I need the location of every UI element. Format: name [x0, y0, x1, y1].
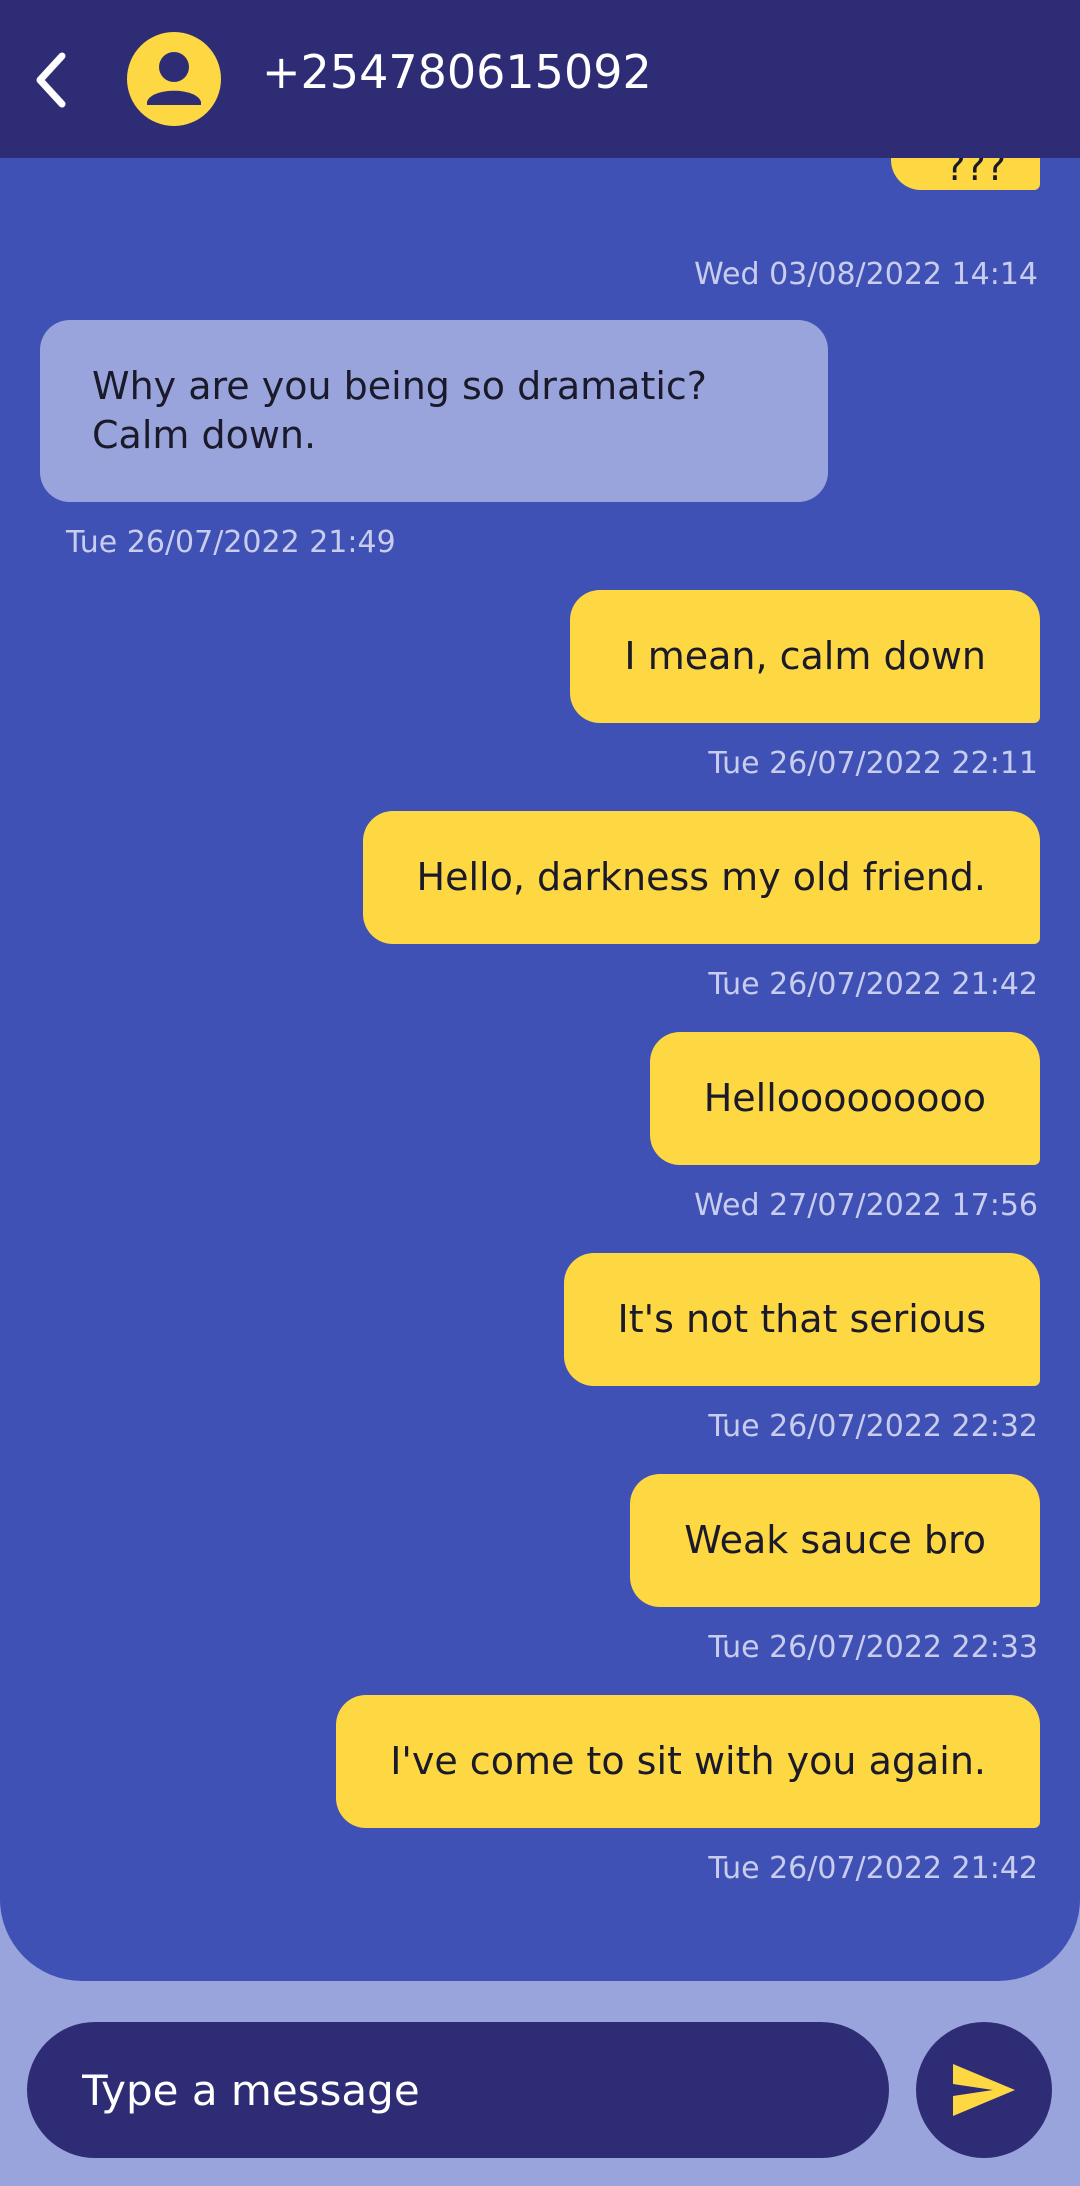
message-text: Weak sauce bro: [684, 1518, 986, 1562]
message-input[interactable]: [82, 2022, 862, 2158]
message-composer: [27, 2022, 889, 2158]
message-text: It's not that serious: [617, 1297, 986, 1341]
message-text: I mean, calm down: [624, 634, 986, 678]
message-timestamp: Tue 26/07/2022 22:33: [708, 1630, 1038, 1665]
message-timestamp: Tue 26/07/2022 21:42: [708, 967, 1038, 1002]
message-bubble-sent[interactable]: I mean, calm down: [570, 590, 1040, 723]
send-button[interactable]: [916, 2022, 1052, 2158]
message-timestamp: Tue 26/07/2022 21:42: [708, 1851, 1038, 1886]
chat-header: +254780615092: [0, 0, 1080, 158]
message-text: Hello, darkness my old friend.: [416, 855, 986, 899]
message-text: Why are you being so dramatic? Calm down…: [92, 364, 707, 457]
send-icon: [953, 2064, 1015, 2116]
message-bubble-sent[interactable]: I've come to sit with you again.: [336, 1695, 1040, 1828]
message-bubble-received[interactable]: Why are you being so dramatic? Calm down…: [40, 320, 828, 502]
message-text: Hellooooooooo: [703, 1076, 986, 1120]
message-timestamp: Wed 03/08/2022 14:14: [694, 257, 1038, 292]
account-circle-icon: [127, 32, 221, 126]
chevron-left-icon: [36, 52, 66, 108]
message-bubble-sent[interactable]: Weak sauce bro: [630, 1474, 1040, 1607]
back-button[interactable]: [22, 40, 82, 120]
message-timestamp: Tue 26/07/2022 21:49: [66, 525, 396, 560]
contact-name: +254780615092: [262, 45, 652, 99]
message-text: ???: [945, 158, 1006, 189]
message-bubble-sent[interactable]: Hellooooooooo: [649, 1032, 1040, 1165]
message-bubble-sent[interactable]: ???: [891, 158, 1040, 190]
message-bubble-sent[interactable]: It's not that serious: [563, 1253, 1040, 1386]
message-list[interactable]: ??? Wed 03/08/2022 14:14 Why are you bei…: [0, 158, 1080, 1981]
message-timestamp: Tue 26/07/2022 22:11: [708, 746, 1038, 781]
message-text: I've come to sit with you again.: [390, 1739, 986, 1783]
message-timestamp: Tue 26/07/2022 22:32: [708, 1409, 1038, 1444]
message-timestamp: Wed 27/07/2022 17:56: [694, 1188, 1038, 1223]
avatar[interactable]: [127, 32, 221, 126]
message-bubble-sent[interactable]: Hello, darkness my old friend.: [362, 811, 1040, 944]
